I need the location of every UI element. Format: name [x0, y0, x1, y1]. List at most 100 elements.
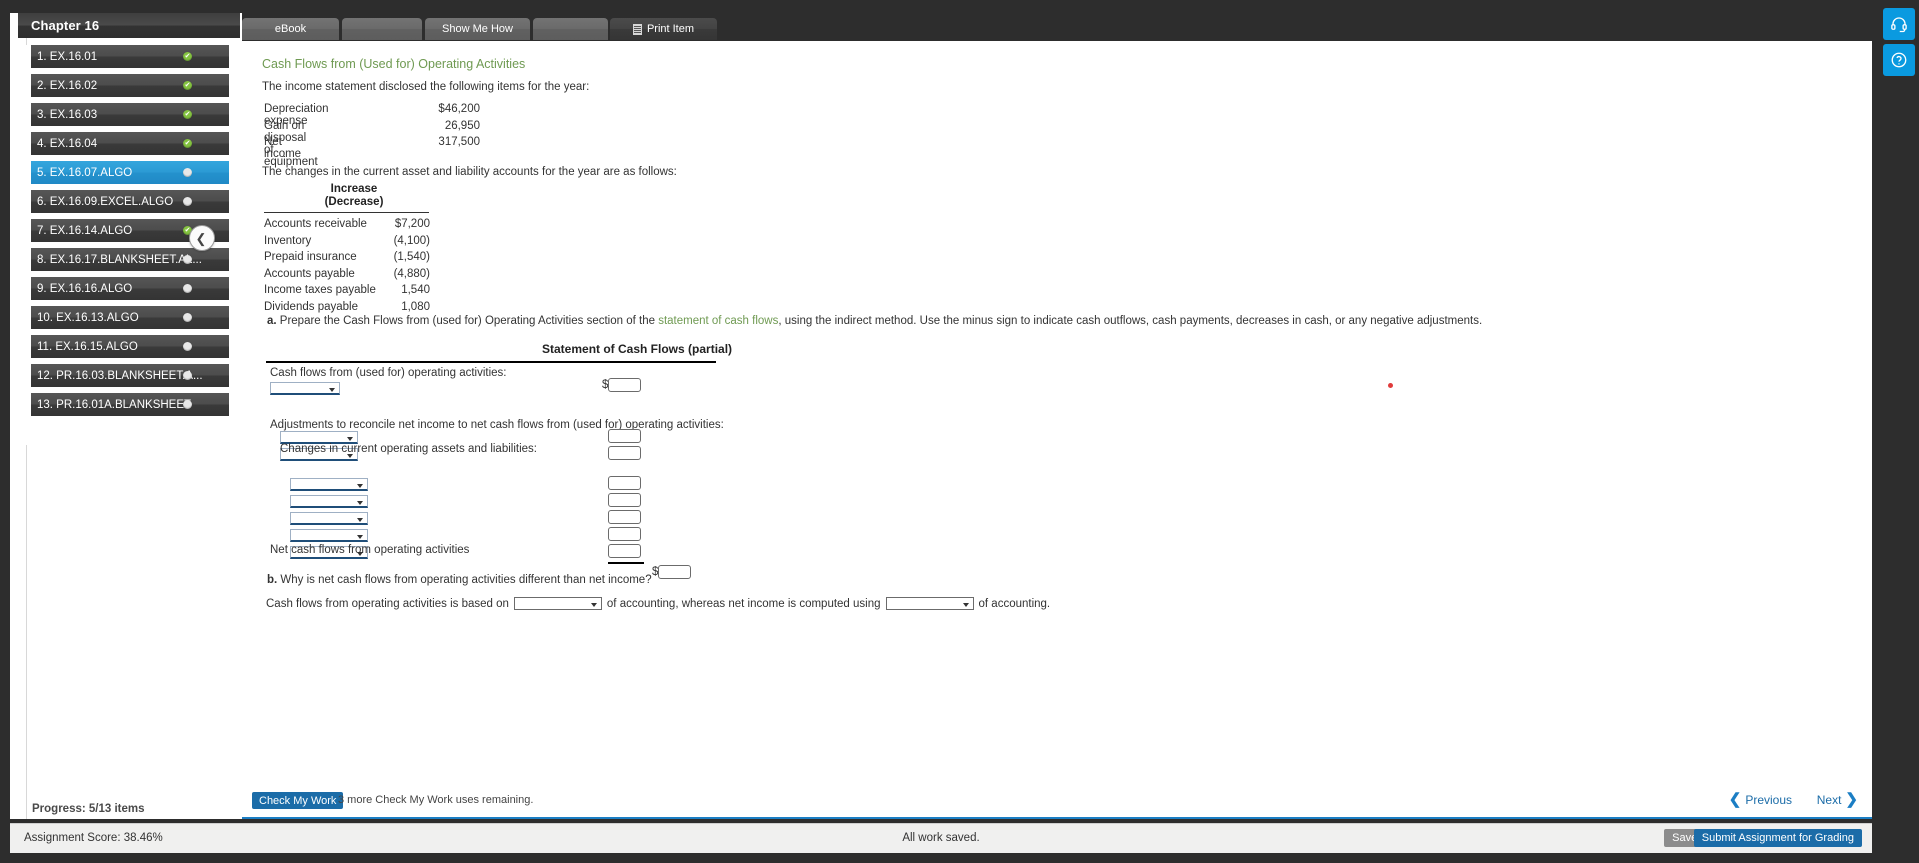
sidebar-item-1[interactable]: 1. EX.16.01 ✔: [31, 45, 229, 68]
part-b-sentence-2: of accounting, whereas net income is com…: [606, 597, 881, 610]
status-dot-icon: [183, 400, 192, 409]
statement-top-rule: [266, 361, 716, 363]
chevron-left-icon: ❮: [195, 230, 207, 246]
part-b-sentence-3: of accounting.: [978, 597, 1051, 610]
account-select-6[interactable]: [290, 512, 368, 525]
row-label: Income taxes payable: [264, 284, 376, 296]
amount-input-net-total[interactable]: [658, 565, 691, 579]
exercise-heading: Cash Flows from (Used for) Operating Act…: [262, 57, 526, 71]
amount-input-6[interactable]: [608, 510, 641, 524]
sidebar-item-label: 6. EX.16.09.EXCEL.ALGO: [37, 195, 174, 208]
sidebar-item-5-current[interactable]: 5. EX.16.07.ALGO: [31, 161, 229, 184]
tab-strip: eBook Show Me How Print Item: [242, 13, 1872, 41]
tab-label: Print Item: [646, 23, 695, 35]
account-select-1[interactable]: [270, 382, 340, 395]
amount-input-1[interactable]: [608, 378, 641, 392]
amount-input-3[interactable]: [608, 446, 641, 460]
previous-button[interactable]: ❮ Previous: [1729, 792, 1792, 807]
part-b-text: Why is net cash flows from operating act…: [277, 574, 652, 586]
chapter-title: Chapter 16: [18, 13, 240, 38]
tab-print-item[interactable]: Print Item: [610, 18, 717, 40]
table-rule: [264, 212, 429, 213]
table-row: Accounts payable (4,880): [264, 268, 444, 285]
tab-blank-2[interactable]: [533, 18, 608, 40]
amount-input-7[interactable]: [608, 527, 641, 541]
button-label: Previous: [1745, 792, 1792, 807]
sidebar-item-11[interactable]: 11. EX.16.15.ALGO: [31, 335, 229, 358]
part-b-sentence-1: Cash flows from operating activities is …: [266, 597, 509, 610]
sidebar-item-12[interactable]: 12. PR.16.03.BLANKSHEET.A...: [31, 364, 229, 387]
total-rule: [608, 562, 644, 564]
row-value: $46,200: [438, 103, 480, 115]
account-select-7[interactable]: [290, 529, 368, 542]
tab-show-me-how[interactable]: Show Me How: [425, 18, 530, 40]
assignment-score-label: Assignment Score: 38.46%: [24, 832, 163, 844]
utility-rail: [1879, 0, 1919, 863]
amount-input-4[interactable]: [608, 476, 641, 490]
tab-ebook[interactable]: eBook: [242, 18, 339, 40]
part-a-instruction: a. Prepare the Cash Flows from (used for…: [267, 315, 1482, 327]
account-select-4[interactable]: [290, 478, 368, 491]
status-dot-icon: [183, 342, 192, 351]
account-select-5[interactable]: [290, 495, 368, 508]
header-line-2: (Decrease): [324, 195, 384, 208]
sidebar-item-8[interactable]: 8. EX.16.17.BLANKSHEET.AL...: [31, 248, 229, 271]
sidebar-item-10[interactable]: 10. EX.16.13.ALGO: [31, 306, 229, 329]
sidebar-item-9[interactable]: 9. EX.16.16.ALGO: [31, 277, 229, 300]
basis-select-1[interactable]: [513, 597, 602, 610]
next-button[interactable]: Next ❯: [1817, 792, 1858, 807]
chevron-left-icon: ❮: [1728, 791, 1742, 808]
changes-intro-paragraph: The changes in the current asset and lia…: [262, 166, 677, 178]
statement-title: Statement of Cash Flows (partial): [542, 342, 733, 356]
status-dot-icon: [183, 284, 192, 293]
amount-input-2[interactable]: [608, 429, 641, 443]
app-window: Chapter 16 1. EX.16.01 ✔ 2. EX.16.02 ✔ 3…: [0, 0, 1919, 863]
sidebar-item-label: 2. EX.16.02: [37, 79, 98, 92]
sidebar-item-6[interactable]: 6. EX.16.09.EXCEL.ALGO: [31, 190, 229, 213]
part-b-sentence: Cash flows from operating activities is …: [266, 597, 1050, 610]
collapse-sidebar-button[interactable]: ❮: [189, 225, 215, 251]
check-my-work-button[interactable]: Check My Work: [252, 792, 344, 809]
document-icon: [632, 23, 642, 35]
header-line-1: Increase: [330, 183, 378, 195]
statement-row-net-label: Net cash flows from operating activities: [270, 544, 470, 556]
table-row: Income taxes payable 1,540: [264, 284, 444, 301]
sidebar-item-2[interactable]: 2. EX.16.02 ✔: [31, 74, 229, 97]
sidebar-item-label: 13. PR.16.01A.BLANKSHEET: [37, 398, 192, 411]
submit-assignment-button[interactable]: Submit Assignment for Grading: [1693, 829, 1862, 847]
exercise-action-bar: Check My Work 3 more Check My Work uses …: [242, 786, 1872, 819]
row-value: $7,200: [394, 218, 430, 230]
headset-icon-button[interactable]: [1883, 8, 1915, 40]
exercise-content: Cash Flows from (Used for) Operating Act…: [242, 41, 1872, 786]
tab-label: Show Me How: [442, 23, 513, 35]
sidebar-item-label: 3. EX.16.03: [37, 108, 98, 121]
sidebar-item-13[interactable]: 13. PR.16.01A.BLANKSHEET: [31, 393, 229, 416]
part-a-text-before: Prepare the Cash Flows from (used for) O…: [276, 315, 659, 327]
status-bar: Assignment Score: 38.46% All work saved.…: [10, 823, 1872, 853]
row-value: 1,540: [401, 284, 430, 296]
headset-icon: [1891, 17, 1907, 33]
sidebar-item-label: 4. EX.16.04: [37, 137, 98, 150]
status-dot-icon: [183, 168, 192, 177]
check-my-work-note: 3 more Check My Work uses remaining.: [338, 794, 534, 806]
status-dot-icon: [183, 255, 192, 264]
statement-of-cash-flows-link[interactable]: statement of cash flows: [658, 315, 778, 327]
part-b-question: b. Why is net cash flows from operating …: [267, 574, 652, 586]
changes-table: Increase (Decrease) Accounts receivable …: [264, 183, 444, 317]
amount-input-5[interactable]: [608, 493, 641, 507]
tab-label: eBook: [274, 23, 307, 35]
chevron-right-icon: ❯: [1845, 791, 1858, 808]
sidebar-item-4[interactable]: 4. EX.16.04 ✔: [31, 132, 229, 155]
tab-blank-1[interactable]: [342, 18, 422, 40]
status-dot-complete-icon: ✔: [183, 81, 192, 90]
help-icon-button[interactable]: [1883, 44, 1915, 76]
amount-input-8[interactable]: [608, 544, 641, 558]
part-a-marker: a.: [267, 315, 277, 327]
sidebar-item-label: 8. EX.16.17.BLANKSHEET.AL...: [37, 253, 202, 266]
sidebar-item-label: 1. EX.16.01: [37, 50, 98, 63]
row-value: 26,950: [444, 119, 480, 132]
basis-select-2[interactable]: [885, 597, 974, 610]
statement-row-adjustments-label: Adjustments to reconcile net income to n…: [270, 419, 724, 431]
sidebar-item-3[interactable]: 3. EX.16.03 ✔: [31, 103, 229, 126]
button-label: Check My Work: [259, 794, 337, 807]
